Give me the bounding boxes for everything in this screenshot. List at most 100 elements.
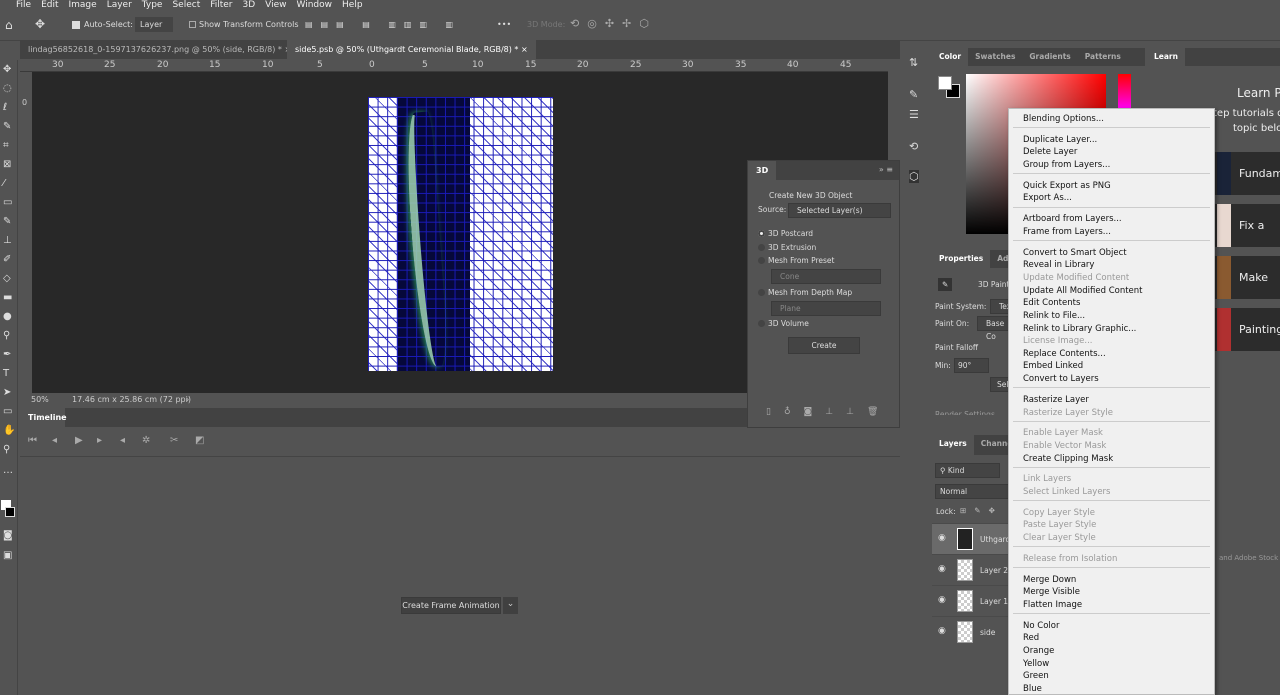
- more-tools-icon[interactable]: …: [3, 465, 13, 476]
- tab-timeline[interactable]: Timeline: [20, 408, 67, 427]
- first-frame-icon[interactable]: ⏮: [28, 435, 37, 446]
- menu-item-duplicate-layer[interactable]: Duplicate Layer...: [1023, 134, 1097, 146]
- tab-color[interactable]: Color: [932, 48, 969, 66]
- marquee-tool-icon[interactable]: ◌: [3, 83, 12, 94]
- tab-side5-psb[interactable]: side5.psb @ 50% (Uthgardt Ceremonial Bla…: [287, 40, 536, 59]
- menu-item-yellow[interactable]: Yellow: [1023, 658, 1049, 670]
- create-button[interactable]: Create: [788, 337, 860, 354]
- background-color-swatch[interactable]: [5, 507, 15, 517]
- eye-icon[interactable]: ◉: [938, 564, 946, 574]
- menu-item-flatten-image[interactable]: Flatten Image: [1023, 599, 1082, 611]
- menu-item-red[interactable]: Red: [1023, 632, 1039, 644]
- close-icon[interactable]: ×: [521, 45, 528, 54]
- frame-tool-icon[interactable]: ⊠: [3, 159, 11, 170]
- healing-brush-icon[interactable]: ▭: [3, 197, 12, 208]
- type-tool-icon[interactable]: T: [3, 368, 9, 379]
- adjustments-icon[interactable]: ☰: [909, 108, 919, 121]
- tab-learn[interactable]: Learn: [1147, 48, 1185, 66]
- menu-item-blue[interactable]: Blue: [1023, 683, 1042, 695]
- 3d-panel-footer-icons[interactable]: ▯♁◙⊥⊥🗑: [766, 407, 891, 417]
- quick-select-icon[interactable]: ✎: [3, 121, 11, 132]
- dodge-tool-icon[interactable]: ⚲: [3, 330, 10, 341]
- shape-tool-icon[interactable]: ▭: [3, 406, 12, 417]
- menu-item-export-as[interactable]: Export As...: [1023, 192, 1072, 204]
- menu-item-rasterize-layer[interactable]: Rasterize Layer: [1023, 394, 1089, 406]
- screen-mode-icon[interactable]: ▣: [3, 550, 12, 561]
- menu-filter[interactable]: Filter: [210, 0, 232, 11]
- radio-mesh-from-preset[interactable]: Mesh From Preset: [758, 256, 834, 265]
- lock-icons[interactable]: ⊞✎✥: [960, 506, 1003, 515]
- brush-icon[interactable]: ✎: [938, 278, 953, 291]
- kind-filter-dropdown[interactable]: ⚲ Kind: [935, 463, 1000, 478]
- create-frame-animation-button[interactable]: Create Frame Animation: [401, 597, 501, 614]
- min-value-input[interactable]: 90°: [954, 358, 989, 373]
- menu-item-convert-to-layers[interactable]: Convert to Layers: [1023, 373, 1099, 385]
- menu-select[interactable]: Select: [172, 0, 200, 11]
- menu-help[interactable]: Help: [342, 0, 363, 11]
- menu-item-group-from-layers[interactable]: Group from Layers...: [1023, 159, 1110, 171]
- menu-item-relink-to-library-graphic[interactable]: Relink to Library Graphic...: [1023, 323, 1136, 335]
- menu-window[interactable]: Window: [297, 0, 333, 11]
- select-button[interactable]: Sel: [990, 377, 1010, 392]
- transition-icon[interactable]: ◩: [195, 435, 204, 446]
- tab-lindag-png[interactable]: lindag56852618_0-1597137626237.png @ 50%…: [20, 40, 299, 59]
- menu-3d[interactable]: 3D: [243, 0, 256, 11]
- tab-gradients[interactable]: Gradients: [1022, 48, 1077, 66]
- path-select-icon[interactable]: ➤: [3, 387, 11, 398]
- menu-type[interactable]: Type: [142, 0, 163, 11]
- menu-layer[interactable]: Layer: [107, 0, 132, 11]
- learn-card-make-creative[interactable]: Make cre: [1213, 256, 1280, 327]
- menu-file[interactable]: File: [16, 0, 31, 11]
- menu-item-embed-linked[interactable]: Embed Linked: [1023, 360, 1083, 372]
- menu-item-merge-down[interactable]: Merge Down: [1023, 574, 1076, 586]
- paint-on-dropdown[interactable]: Base Co: [977, 316, 1012, 341]
- tab-swatches[interactable]: Swatches: [968, 48, 1022, 66]
- menu-item-create-clipping-mask[interactable]: Create Clipping Mask: [1023, 453, 1113, 465]
- menu-item-reveal-in-library[interactable]: Reveal in Library: [1023, 259, 1094, 271]
- menu-edit[interactable]: Edit: [41, 0, 58, 11]
- menu-image[interactable]: Image: [69, 0, 97, 11]
- menu-item-merge-visible[interactable]: Merge Visible: [1023, 586, 1080, 598]
- menu-item-edit-contents[interactable]: Edit Contents: [1023, 297, 1080, 309]
- quick-mask-icon[interactable]: ◙: [3, 530, 13, 541]
- settings-icon[interactable]: ✲: [142, 435, 150, 446]
- tab-3d[interactable]: 3D: [748, 161, 777, 180]
- eye-icon[interactable]: ◉: [938, 626, 946, 636]
- menu-item-artboard-from-layers[interactable]: Artboard from Layers...: [1023, 213, 1122, 225]
- blur-tool-icon[interactable]: ●: [3, 311, 12, 322]
- menu-item-orange[interactable]: Orange: [1023, 645, 1054, 657]
- zoom-level[interactable]: 50%: [31, 393, 49, 407]
- layer-name[interactable]: Layer 2: [980, 566, 1008, 575]
- audio-icon[interactable]: ◂: [120, 435, 125, 446]
- tab-properties[interactable]: Properties: [932, 250, 991, 268]
- layer-name[interactable]: side: [980, 628, 995, 637]
- menu-item-delete-layer[interactable]: Delete Layer: [1023, 146, 1077, 158]
- panel-menu-icon[interactable]: » ≡: [879, 165, 893, 174]
- menu-item-frame-from-layers[interactable]: Frame from Layers...: [1023, 226, 1111, 238]
- layer-select-dropdown[interactable]: Layer: [135, 17, 173, 32]
- eyedropper-icon[interactable]: ⁄: [3, 178, 5, 189]
- menu-item-quick-export-as-png[interactable]: Quick Export as PNG: [1023, 180, 1111, 192]
- hue-slider[interactable]: [1118, 74, 1131, 110]
- pen-tool-icon[interactable]: ✒: [3, 349, 11, 360]
- zoom-tool-icon[interactable]: ⚲: [3, 444, 10, 455]
- home-icon[interactable]: ⌂: [5, 18, 13, 32]
- play-icon[interactable]: ▶: [75, 435, 83, 446]
- history-icon[interactable]: ⇅: [909, 56, 918, 69]
- brush-tool-icon[interactable]: ✎: [3, 216, 11, 227]
- menu-view[interactable]: View: [265, 0, 286, 11]
- foreground-color[interactable]: [938, 76, 952, 90]
- eye-icon[interactable]: ◉: [938, 595, 946, 605]
- eraser-icon[interactable]: ◇: [3, 273, 11, 284]
- learn-card-painting[interactable]: Painting: [1213, 308, 1280, 351]
- layer-name[interactable]: Uthgard: [980, 535, 1010, 544]
- learn-card-fix-photo[interactable]: Fix a pho: [1213, 204, 1280, 275]
- eye-icon[interactable]: ◉: [938, 533, 946, 543]
- lasso-tool-icon[interactable]: ℓ: [3, 102, 7, 113]
- split-icon[interactable]: ✂: [170, 435, 178, 446]
- tab-patterns[interactable]: Patterns: [1078, 48, 1128, 66]
- radio-3d-volume[interactable]: 3D Volume: [758, 319, 809, 328]
- layer-name[interactable]: Layer 1: [980, 597, 1008, 606]
- more-options-button[interactable]: •••: [497, 20, 511, 29]
- menu-item-blending-options[interactable]: Blending Options...: [1023, 113, 1104, 125]
